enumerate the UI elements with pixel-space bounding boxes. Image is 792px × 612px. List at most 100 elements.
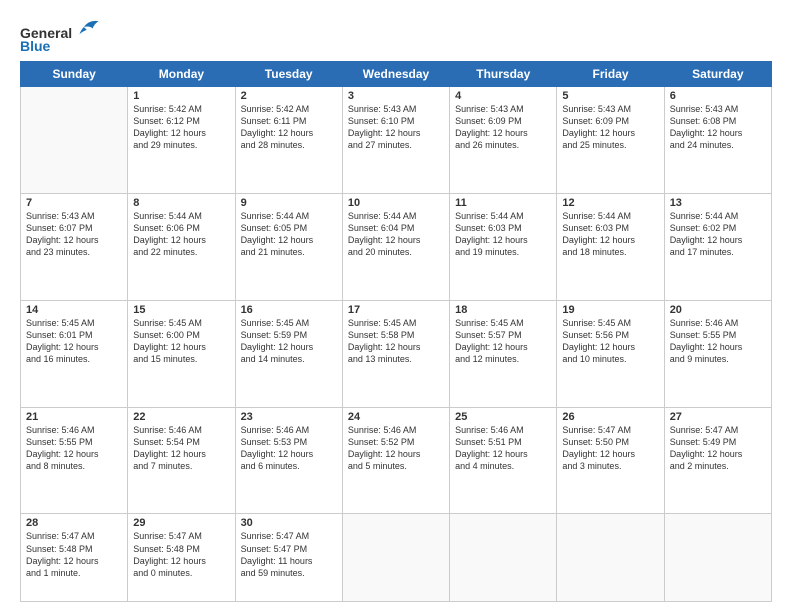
day-number: 28 bbox=[26, 517, 122, 529]
day-number: 4 bbox=[455, 90, 551, 102]
header-monday: Monday bbox=[128, 61, 235, 86]
day-number: 9 bbox=[241, 197, 337, 209]
day-info: Sunrise: 5:43 AM Sunset: 6:09 PM Dayligh… bbox=[562, 103, 658, 152]
day-number: 25 bbox=[455, 411, 551, 423]
day-number: 14 bbox=[26, 304, 122, 316]
day-info: Sunrise: 5:42 AM Sunset: 6:12 PM Dayligh… bbox=[133, 103, 229, 152]
table-row: 13Sunrise: 5:44 AM Sunset: 6:02 PM Dayli… bbox=[664, 193, 771, 300]
table-row: 21Sunrise: 5:46 AM Sunset: 5:55 PM Dayli… bbox=[21, 407, 128, 514]
day-info: Sunrise: 5:45 AM Sunset: 6:01 PM Dayligh… bbox=[26, 317, 122, 366]
day-number: 21 bbox=[26, 411, 122, 423]
day-number: 18 bbox=[455, 304, 551, 316]
table-row: 27Sunrise: 5:47 AM Sunset: 5:49 PM Dayli… bbox=[664, 407, 771, 514]
day-info: Sunrise: 5:47 AM Sunset: 5:48 PM Dayligh… bbox=[26, 530, 122, 579]
table-row bbox=[342, 514, 449, 602]
day-info: Sunrise: 5:44 AM Sunset: 6:03 PM Dayligh… bbox=[455, 210, 551, 259]
day-info: Sunrise: 5:45 AM Sunset: 5:59 PM Dayligh… bbox=[241, 317, 337, 366]
day-info: Sunrise: 5:44 AM Sunset: 6:02 PM Dayligh… bbox=[670, 210, 766, 259]
table-row: 28Sunrise: 5:47 AM Sunset: 5:48 PM Dayli… bbox=[21, 514, 128, 602]
table-row: 15Sunrise: 5:45 AM Sunset: 6:00 PM Dayli… bbox=[128, 300, 235, 407]
day-info: Sunrise: 5:44 AM Sunset: 6:03 PM Dayligh… bbox=[562, 210, 658, 259]
table-row: 30Sunrise: 5:47 AM Sunset: 5:47 PM Dayli… bbox=[235, 514, 342, 602]
day-number: 11 bbox=[455, 197, 551, 209]
calendar-table: Sunday Monday Tuesday Wednesday Thursday… bbox=[20, 61, 772, 602]
day-number: 23 bbox=[241, 411, 337, 423]
header: General Blue bbox=[20, 16, 772, 55]
day-info: Sunrise: 5:45 AM Sunset: 5:57 PM Dayligh… bbox=[455, 317, 551, 366]
day-info: Sunrise: 5:47 AM Sunset: 5:50 PM Dayligh… bbox=[562, 424, 658, 473]
day-info: Sunrise: 5:47 AM Sunset: 5:47 PM Dayligh… bbox=[241, 530, 337, 579]
table-row: 22Sunrise: 5:46 AM Sunset: 5:54 PM Dayli… bbox=[128, 407, 235, 514]
day-info: Sunrise: 5:43 AM Sunset: 6:10 PM Dayligh… bbox=[348, 103, 444, 152]
day-number: 3 bbox=[348, 90, 444, 102]
table-row: 6Sunrise: 5:43 AM Sunset: 6:08 PM Daylig… bbox=[664, 86, 771, 193]
table-row bbox=[664, 514, 771, 602]
table-row: 16Sunrise: 5:45 AM Sunset: 5:59 PM Dayli… bbox=[235, 300, 342, 407]
day-info: Sunrise: 5:45 AM Sunset: 6:00 PM Dayligh… bbox=[133, 317, 229, 366]
table-row: 1Sunrise: 5:42 AM Sunset: 6:12 PM Daylig… bbox=[128, 86, 235, 193]
day-number: 22 bbox=[133, 411, 229, 423]
day-number: 8 bbox=[133, 197, 229, 209]
day-info: Sunrise: 5:42 AM Sunset: 6:11 PM Dayligh… bbox=[241, 103, 337, 152]
table-row bbox=[450, 514, 557, 602]
table-row: 9Sunrise: 5:44 AM Sunset: 6:05 PM Daylig… bbox=[235, 193, 342, 300]
day-info: Sunrise: 5:44 AM Sunset: 6:05 PM Dayligh… bbox=[241, 210, 337, 259]
day-info: Sunrise: 5:47 AM Sunset: 5:48 PM Dayligh… bbox=[133, 530, 229, 579]
table-row: 17Sunrise: 5:45 AM Sunset: 5:58 PM Dayli… bbox=[342, 300, 449, 407]
day-number: 20 bbox=[670, 304, 766, 316]
header-friday: Friday bbox=[557, 61, 664, 86]
table-row: 14Sunrise: 5:45 AM Sunset: 6:01 PM Dayli… bbox=[21, 300, 128, 407]
day-number: 2 bbox=[241, 90, 337, 102]
day-info: Sunrise: 5:46 AM Sunset: 5:54 PM Dayligh… bbox=[133, 424, 229, 473]
header-wednesday: Wednesday bbox=[342, 61, 449, 86]
day-info: Sunrise: 5:46 AM Sunset: 5:52 PM Dayligh… bbox=[348, 424, 444, 473]
day-number: 29 bbox=[133, 517, 229, 529]
day-info: Sunrise: 5:45 AM Sunset: 5:58 PM Dayligh… bbox=[348, 317, 444, 366]
day-info: Sunrise: 5:46 AM Sunset: 5:51 PM Dayligh… bbox=[455, 424, 551, 473]
day-info: Sunrise: 5:46 AM Sunset: 5:53 PM Dayligh… bbox=[241, 424, 337, 473]
day-number: 10 bbox=[348, 197, 444, 209]
day-info: Sunrise: 5:45 AM Sunset: 5:56 PM Dayligh… bbox=[562, 317, 658, 366]
day-number: 1 bbox=[133, 90, 229, 102]
table-row: 7Sunrise: 5:43 AM Sunset: 6:07 PM Daylig… bbox=[21, 193, 128, 300]
table-row bbox=[557, 514, 664, 602]
table-row: 25Sunrise: 5:46 AM Sunset: 5:51 PM Dayli… bbox=[450, 407, 557, 514]
table-row: 20Sunrise: 5:46 AM Sunset: 5:55 PM Dayli… bbox=[664, 300, 771, 407]
table-row: 24Sunrise: 5:46 AM Sunset: 5:52 PM Dayli… bbox=[342, 407, 449, 514]
table-row: 12Sunrise: 5:44 AM Sunset: 6:03 PM Dayli… bbox=[557, 193, 664, 300]
day-number: 24 bbox=[348, 411, 444, 423]
day-number: 7 bbox=[26, 197, 122, 209]
table-row: 18Sunrise: 5:45 AM Sunset: 5:57 PM Dayli… bbox=[450, 300, 557, 407]
day-number: 19 bbox=[562, 304, 658, 316]
logo-bird-icon bbox=[78, 16, 100, 38]
header-saturday: Saturday bbox=[664, 61, 771, 86]
weekday-header-row: Sunday Monday Tuesday Wednesday Thursday… bbox=[21, 61, 772, 86]
table-row: 2Sunrise: 5:42 AM Sunset: 6:11 PM Daylig… bbox=[235, 86, 342, 193]
day-info: Sunrise: 5:44 AM Sunset: 6:04 PM Dayligh… bbox=[348, 210, 444, 259]
day-info: Sunrise: 5:46 AM Sunset: 5:55 PM Dayligh… bbox=[26, 424, 122, 473]
table-row: 11Sunrise: 5:44 AM Sunset: 6:03 PM Dayli… bbox=[450, 193, 557, 300]
day-number: 5 bbox=[562, 90, 658, 102]
table-row: 26Sunrise: 5:47 AM Sunset: 5:50 PM Dayli… bbox=[557, 407, 664, 514]
day-number: 27 bbox=[670, 411, 766, 423]
table-row: 29Sunrise: 5:47 AM Sunset: 5:48 PM Dayli… bbox=[128, 514, 235, 602]
table-row: 10Sunrise: 5:44 AM Sunset: 6:04 PM Dayli… bbox=[342, 193, 449, 300]
table-row: 8Sunrise: 5:44 AM Sunset: 6:06 PM Daylig… bbox=[128, 193, 235, 300]
logo-text: General Blue bbox=[20, 20, 100, 55]
day-info: Sunrise: 5:43 AM Sunset: 6:07 PM Dayligh… bbox=[26, 210, 122, 259]
day-number: 30 bbox=[241, 517, 337, 529]
logo: General Blue bbox=[20, 20, 100, 55]
day-number: 12 bbox=[562, 197, 658, 209]
day-number: 13 bbox=[670, 197, 766, 209]
day-number: 15 bbox=[133, 304, 229, 316]
day-info: Sunrise: 5:43 AM Sunset: 6:09 PM Dayligh… bbox=[455, 103, 551, 152]
table-row: 4Sunrise: 5:43 AM Sunset: 6:09 PM Daylig… bbox=[450, 86, 557, 193]
day-info: Sunrise: 5:43 AM Sunset: 6:08 PM Dayligh… bbox=[670, 103, 766, 152]
day-info: Sunrise: 5:44 AM Sunset: 6:06 PM Dayligh… bbox=[133, 210, 229, 259]
day-number: 6 bbox=[670, 90, 766, 102]
table-row: 3Sunrise: 5:43 AM Sunset: 6:10 PM Daylig… bbox=[342, 86, 449, 193]
day-number: 17 bbox=[348, 304, 444, 316]
day-number: 16 bbox=[241, 304, 337, 316]
day-info: Sunrise: 5:46 AM Sunset: 5:55 PM Dayligh… bbox=[670, 317, 766, 366]
table-row: 23Sunrise: 5:46 AM Sunset: 5:53 PM Dayli… bbox=[235, 407, 342, 514]
